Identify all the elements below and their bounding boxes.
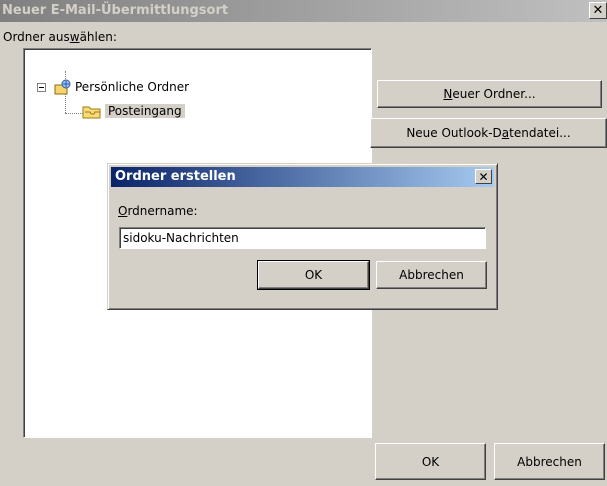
tree-item-personal-folders[interactable]: Persönliche Ordner: [54, 79, 189, 95]
collapse-toggle[interactable]: [37, 83, 46, 92]
close-icon: ✕: [478, 169, 489, 184]
new-folder-button[interactable]: Neuer Ordner...: [377, 80, 602, 108]
new-outlook-datafile-button[interactable]: Neue Outlook-Datendatei...: [370, 118, 607, 148]
window-close-button[interactable]: ✕: [589, 2, 607, 19]
dialog-title: Ordner erstellen: [115, 169, 236, 184]
cancel-button[interactable]: Abbrechen: [494, 443, 605, 480]
dialog-ok-button[interactable]: OK: [257, 260, 370, 290]
folder-select-label: Ordner auswählen:: [3, 30, 117, 44]
tree-item-label: Persönliche Ordner: [75, 80, 190, 94]
folder-name-label: Ordnername:: [118, 204, 198, 218]
tree-item-posteingang[interactable]: Posteingang: [82, 103, 185, 119]
dialog-title-bar: Ordner erstellen ✕: [111, 167, 494, 187]
tree-item-label: Posteingang: [105, 104, 185, 118]
create-folder-dialog: Ordner erstellen ✕ Ordnername: OK Abbrec…: [107, 163, 498, 310]
ok-button[interactable]: OK: [375, 443, 486, 480]
window-title: Neuer E-Mail-Übermittlungsort: [2, 3, 229, 18]
tree-connector: [65, 113, 83, 114]
personal-folders-icon: [54, 79, 71, 95]
folder-name-input[interactable]: [119, 227, 486, 249]
window-title-bar: Neuer E-Mail-Übermittlungsort ✕: [0, 0, 607, 22]
close-icon: ✕: [592, 3, 604, 18]
dialog-close-button[interactable]: ✕: [475, 169, 492, 184]
inbox-folder-icon: [82, 106, 101, 119]
dialog-cancel-button[interactable]: Abbrechen: [376, 261, 487, 289]
